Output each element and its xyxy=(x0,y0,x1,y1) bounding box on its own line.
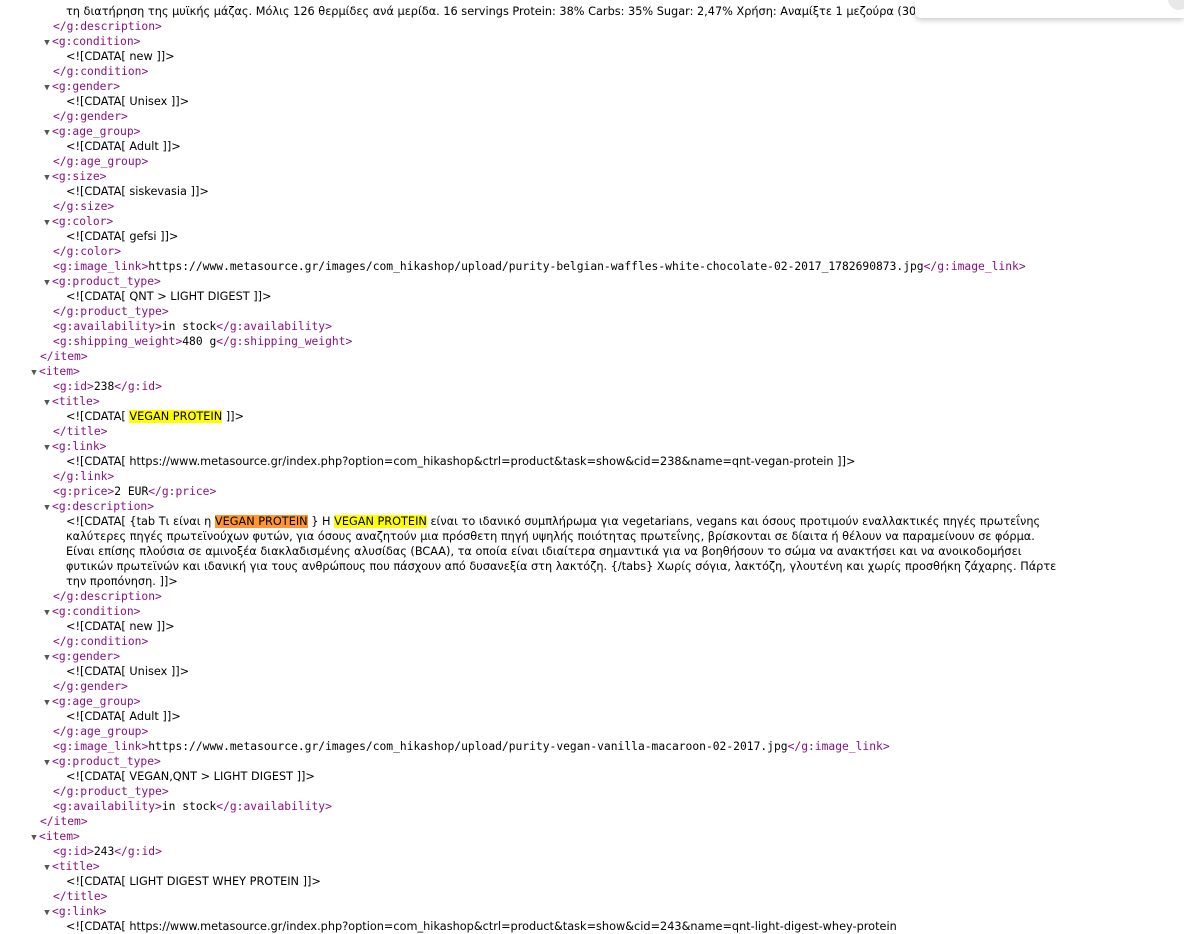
expand-triangle-icon[interactable]: ▼ xyxy=(42,906,52,919)
age-group-open-tag[interactable]: ▼ <g:age_group> xyxy=(0,694,1184,709)
item-open-tag[interactable]: ▼ <item> xyxy=(0,829,1184,844)
expand-triangle-icon[interactable]: ▼ xyxy=(29,366,39,379)
link-value: <![CDATA[ https://www.metasource.gr/inde… xyxy=(66,455,856,468)
expand-triangle-icon[interactable]: ▼ xyxy=(42,126,52,139)
title-value: <![CDATA[ LIGHT DIGEST WHEY PROTEIN ]]> xyxy=(66,875,321,888)
gender-open-tag[interactable]: ▼ <g:gender> xyxy=(0,79,1184,94)
link-value: <![CDATA[ https://www.metasource.gr/inde… xyxy=(66,920,897,933)
description-text-line: την προπόνηση. ]]> xyxy=(66,575,178,588)
age-group-value: <![CDATA[ Adult ]]> xyxy=(66,710,181,723)
age-group-close-tag: </g:age_group> xyxy=(53,155,149,168)
title-value: <![CDATA[ VEGAN PROTEIN ]]> xyxy=(66,410,245,423)
color-close-tag: </g:color> xyxy=(53,245,122,258)
gender-value: <![CDATA[ Unisex ]]> xyxy=(66,665,190,678)
gender-close-tag: </g:gender> xyxy=(53,680,128,693)
expand-triangle-icon[interactable]: ▼ xyxy=(29,831,39,844)
size-close-tag: </g:size> xyxy=(53,200,115,213)
expand-triangle-icon[interactable]: ▼ xyxy=(42,501,52,514)
condition-value: <![CDATA[ new ]]> xyxy=(66,620,175,633)
product-type-close-tag: </g:product_type> xyxy=(53,785,169,798)
gender-close-tag: </g:gender> xyxy=(53,110,128,123)
age-group-open-tag[interactable]: ▼ <g:age_group> xyxy=(0,124,1184,139)
description-text-line: καλύτερες πηγές πρωτεϊνούχων φυτών, για … xyxy=(66,530,1035,543)
expand-triangle-icon[interactable]: ▼ xyxy=(42,651,52,664)
xml-viewer: τη διατήρηση της μυϊκής μάζας. Μόλις 126… xyxy=(0,0,1184,933)
find-bar[interactable] xyxy=(915,0,1184,18)
description-close-tag: </g:description> xyxy=(53,20,162,33)
product-type-open-tag[interactable]: ▼ <g:product_type> xyxy=(0,274,1184,289)
description-text-line: φυτικών πρωτεϊνών και ιδανική για τους α… xyxy=(66,560,1057,573)
gender-open-tag[interactable]: ▼ <g:gender> xyxy=(0,649,1184,664)
expand-triangle-icon[interactable]: ▼ xyxy=(42,696,52,709)
expand-triangle-icon[interactable]: ▼ xyxy=(42,216,52,229)
product-type-value: <![CDATA[ VEGAN,QNT > LIGHT DIGEST ]]> xyxy=(66,770,315,783)
description-close-tag: </g:description> xyxy=(53,590,162,603)
product-type-close-tag: </g:product_type> xyxy=(53,305,169,318)
gender-value: <![CDATA[ Unisex ]]> xyxy=(66,95,190,108)
expand-triangle-icon[interactable]: ▼ xyxy=(42,861,52,874)
search-highlight: VEGAN PROTEIN xyxy=(334,515,427,528)
expand-triangle-icon[interactable]: ▼ xyxy=(42,441,52,454)
expand-triangle-icon[interactable]: ▼ xyxy=(42,276,52,289)
search-highlight: VEGAN PROTEIN xyxy=(129,410,223,423)
active-search-highlight: VEGAN PROTEIN xyxy=(214,515,308,528)
description-text-line: <![CDATA[ {tab Τι είναι η VEGAN PROTEIN … xyxy=(66,515,1041,528)
color-open-tag[interactable]: ▼ <g:color> xyxy=(0,214,1184,229)
condition-open-tag[interactable]: ▼ <g:condition> xyxy=(0,604,1184,619)
shipping-weight-element: <g:shipping_weight>480 g</g:shipping_wei… xyxy=(53,335,353,348)
image-link-element: <g:image_link>https://www.metasource.gr/… xyxy=(53,260,1026,273)
availability-element: <g:availability>in stock</g:availability… xyxy=(53,800,332,813)
size-value: <![CDATA[ siskevasia ]]> xyxy=(66,185,209,198)
id-element: <g:id>238</g:id> xyxy=(53,380,162,393)
title-open-tag[interactable]: ▼ <title> xyxy=(0,394,1184,409)
description-open-tag[interactable]: ▼ <g:description> xyxy=(0,499,1184,514)
color-value: <![CDATA[ gefsi ]]> xyxy=(66,230,179,243)
item-close-tag: </item> xyxy=(40,350,88,363)
title-close-tag: </title> xyxy=(53,890,108,903)
expand-triangle-icon[interactable]: ▼ xyxy=(42,396,52,409)
id-element: <g:id>243</g:id> xyxy=(53,845,162,858)
link-open-tag[interactable]: ▼ <g:link> xyxy=(0,439,1184,454)
condition-close-tag: </g:condition> xyxy=(53,635,149,648)
product-type-value: <![CDATA[ QNT > LIGHT DIGEST ]]> xyxy=(66,290,272,303)
find-bar-close-icon[interactable] xyxy=(1168,0,1184,10)
size-open-tag[interactable]: ▼ <g:size> xyxy=(0,169,1184,184)
expand-triangle-icon[interactable]: ▼ xyxy=(42,36,52,49)
expand-triangle-icon[interactable]: ▼ xyxy=(42,81,52,94)
condition-value: <![CDATA[ new ]]> xyxy=(66,50,175,63)
title-open-tag[interactable]: ▼ <title> xyxy=(0,859,1184,874)
expand-triangle-icon[interactable]: ▼ xyxy=(42,171,52,184)
age-group-value: <![CDATA[ Adult ]]> xyxy=(66,140,181,153)
description-text-line: Είναι επίσης πλούσια σε αμινοξέα διακλαδ… xyxy=(66,545,1022,558)
item-open-tag[interactable]: ▼ <item> xyxy=(0,364,1184,379)
image-link-element: <g:image_link>https://www.metasource.gr/… xyxy=(53,740,890,753)
link-open-tag[interactable]: ▼ <g:link> xyxy=(0,904,1184,919)
condition-close-tag: </g:condition> xyxy=(53,65,149,78)
product-type-open-tag[interactable]: ▼ <g:product_type> xyxy=(0,754,1184,769)
expand-triangle-icon[interactable]: ▼ xyxy=(42,606,52,619)
item-close-tag: </item> xyxy=(40,815,88,828)
price-element: <g:price>2 EUR</g:price> xyxy=(53,485,217,498)
expand-triangle-icon[interactable]: ▼ xyxy=(42,756,52,769)
availability-element: <g:availability>in stock</g:availability… xyxy=(53,320,332,333)
age-group-close-tag: </g:age_group> xyxy=(53,725,149,738)
link-close-tag: </g:link> xyxy=(53,470,115,483)
condition-open-tag[interactable]: ▼ <g:condition> xyxy=(0,34,1184,49)
title-close-tag: </title> xyxy=(53,425,108,438)
